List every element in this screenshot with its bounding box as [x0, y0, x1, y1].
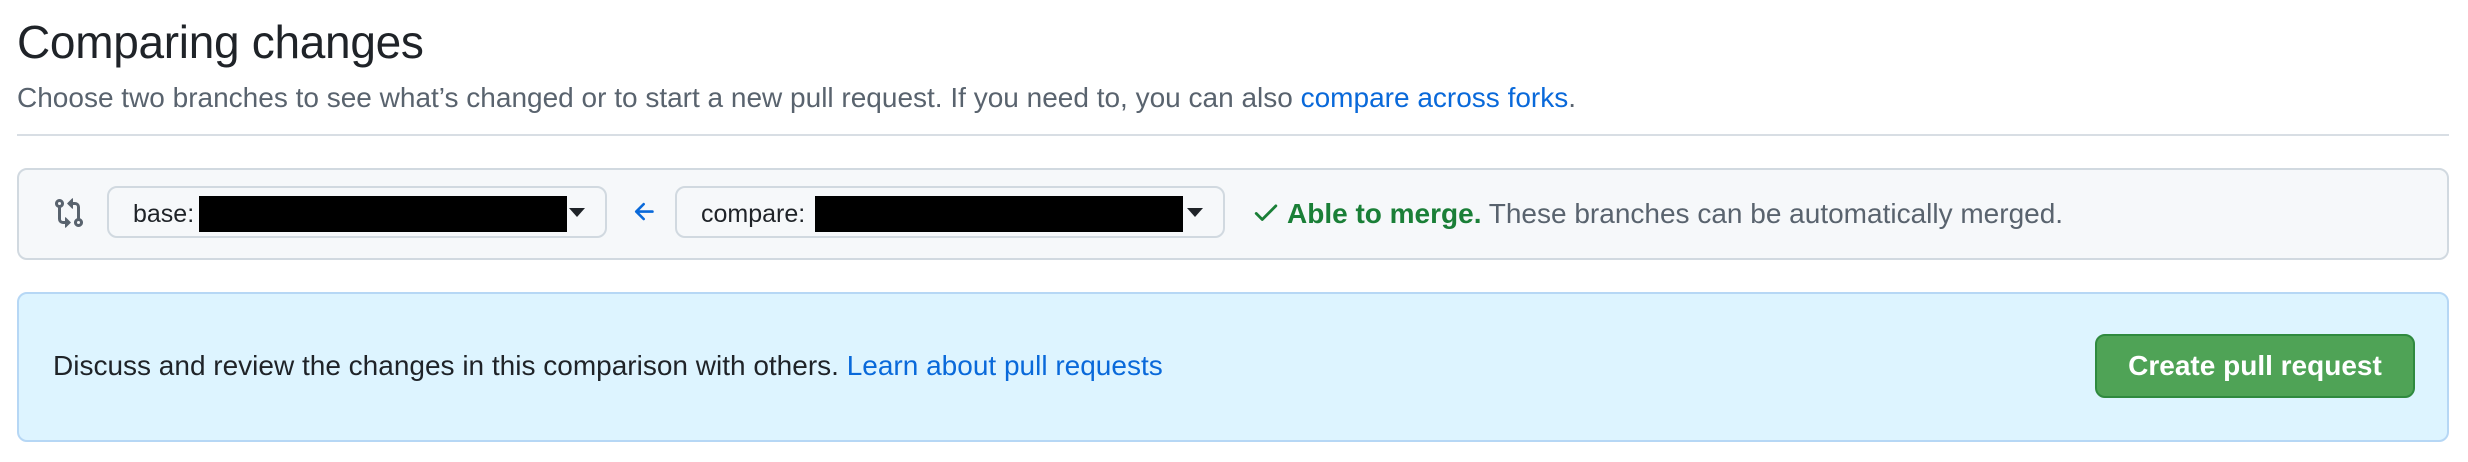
pull-request-notice: Discuss and review the changes in this c…	[17, 292, 2449, 442]
notice-text: Discuss and review the changes in this c…	[53, 348, 1163, 384]
check-icon	[1254, 204, 1278, 221]
page-subtitle: Choose two branches to see what’s change…	[17, 80, 1576, 116]
subtitle-text: Choose two branches to see what’s change…	[17, 82, 1301, 113]
git-compare-icon	[55, 198, 84, 228]
base-branch-label: base:	[133, 200, 195, 228]
divider	[17, 134, 2449, 136]
chevron-down-icon	[1187, 208, 1203, 217]
arrow-left-icon	[634, 202, 654, 221]
compare-branch-label: compare:	[701, 200, 806, 228]
base-branch-select[interactable]: base:	[107, 186, 607, 238]
create-pull-request-button[interactable]: Create pull request	[2095, 334, 2415, 398]
subtitle-period: .	[1568, 82, 1577, 113]
learn-about-pull-requests-link[interactable]: Learn about pull requests	[847, 350, 1163, 381]
chevron-down-icon	[569, 208, 585, 217]
compare-branch-name-redacted	[815, 196, 1183, 232]
base-branch-name-redacted	[199, 196, 567, 232]
page-title: Comparing changes	[17, 16, 424, 68]
branch-range-editor: base: compare: Able to merge. These bran…	[17, 168, 2449, 260]
compare-branch-select[interactable]: compare:	[675, 186, 1225, 238]
merge-status: Able to merge. These branches can be aut…	[1251, 196, 2063, 232]
merge-status-detail: These branches can be automatically merg…	[1481, 198, 2064, 229]
notice-message: Discuss and review the changes in this c…	[53, 350, 847, 381]
merge-status-title: Able to merge.	[1287, 198, 1482, 229]
compare-across-forks-link[interactable]: compare across forks	[1301, 82, 1569, 113]
